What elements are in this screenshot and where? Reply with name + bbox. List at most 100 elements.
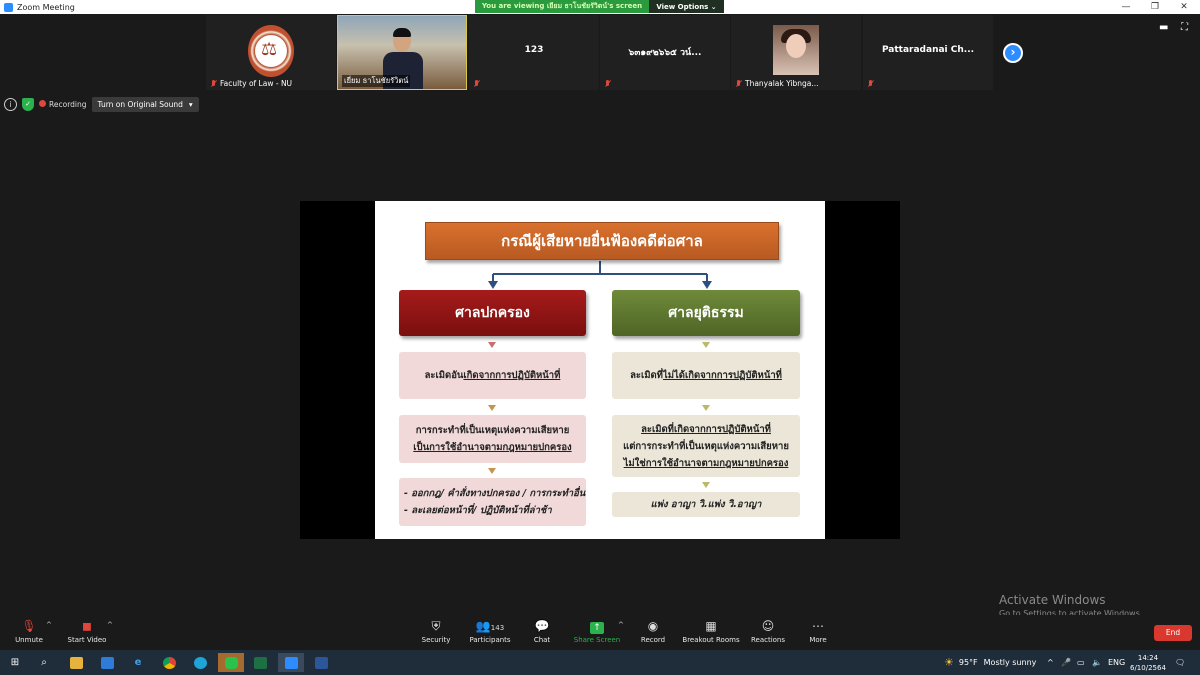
microphone-tray-icon[interactable]: 🎤 xyxy=(1061,650,1071,675)
right-box-1: ละเมิดที่ไม่ได้เกิดจากการปฏิบัติหน้าที่ xyxy=(612,352,800,399)
zoom-app-icon xyxy=(4,2,13,12)
participant-name: ๖๓๑๙๒๖๖๕ วน์... xyxy=(628,48,702,58)
zoom-taskbar-icon[interactable] xyxy=(278,653,304,672)
participant-photo xyxy=(773,25,819,75)
gallery-view-icon[interactable]: ▬ xyxy=(1159,22,1168,33)
chevron-down-icon: ▾ xyxy=(188,99,193,109)
weather-temp: 95°F xyxy=(958,658,978,667)
right-box-1-underlined: ไม่ได้เกิดจากการปฏิบัติหน้าที่ xyxy=(662,370,782,381)
weather-widget[interactable]: ☀ 95°F Mostly sunny xyxy=(944,650,1036,675)
security-shield-icon[interactable]: ✓ xyxy=(22,97,34,111)
participant-name: เยี่ยม ธาโนชัยรัวิตน์ xyxy=(344,76,409,85)
faculty-seal-logo xyxy=(248,25,294,77)
more-button[interactable]: ⋯ More xyxy=(783,619,853,644)
mic-muted-icon xyxy=(735,79,742,88)
clock[interactable]: 14:24 6/10/2564 xyxy=(1130,650,1166,675)
participant-tile-speaker[interactable]: เยี่ยม ธาโนชัยรัวิตน์ xyxy=(337,15,467,90)
participant-tile-thai-id[interactable]: ๖๓๑๙๒๖๖๕ วน์... xyxy=(600,15,730,90)
notification-icon[interactable]: 🗨 xyxy=(1175,650,1185,675)
more-label: More xyxy=(809,636,827,644)
end-meeting-button[interactable]: End xyxy=(1154,625,1192,641)
down-arrow-icon xyxy=(702,342,710,348)
participant-name: Thanyalak Yibnga... xyxy=(745,79,819,88)
right-box-2-line1: ละเมิดที่เกิดจากการปฏิบัติหน้าที่ xyxy=(641,423,771,435)
left-box-1-text: ละเมิดอัน xyxy=(424,370,464,381)
excel-icon[interactable] xyxy=(249,653,271,672)
minimize-icon[interactable]: — xyxy=(1112,0,1140,14)
participant-tile-123[interactable]: 123 xyxy=(469,15,599,90)
right-box-2-line2: แต่การกระทำที่เป็นเหตุแห่งความเสียหาย xyxy=(623,440,789,452)
share-banner-message: You are viewing เยียม ธาโนชัยรัวิตน์'s s… xyxy=(475,0,649,13)
presentation-slide: กรณีผู้เสียหายยื่นฟ้องคดีต่อศาล ศาลปกครอ… xyxy=(375,201,825,539)
meeting-toolbar: 🎙 Unmute ^ ◼ Start Video ^ ⛨ Security 👥1… xyxy=(0,615,1200,650)
left-box-3-line2: - ละเลยต่อหน้าที่/ ปฏิบัติหน้าที่ล่าช้า xyxy=(404,505,552,516)
volume-icon[interactable]: 🔈 xyxy=(1092,650,1102,675)
video-options-chevron-icon[interactable]: ^ xyxy=(107,621,113,629)
close-icon[interactable]: ✕ xyxy=(1170,0,1198,14)
weather-text: Mostly sunny xyxy=(983,658,1037,667)
down-arrow-icon xyxy=(488,342,496,348)
fullscreen-icon[interactable]: ⛶ xyxy=(1181,22,1188,33)
file-explorer-icon[interactable] xyxy=(65,653,87,672)
mic-muted-icon xyxy=(473,80,480,88)
audio-options-chevron-icon[interactable]: ^ xyxy=(46,621,52,629)
mic-muted-icon xyxy=(210,79,217,88)
participant-name: Pattaradanai Ch... xyxy=(881,45,975,55)
maximize-icon[interactable]: ❐ xyxy=(1141,0,1169,14)
windows-taskbar: ⊞ ⌕ e ☀ 95°F Mostly sunny ^ 🎤 ▭ 🔈 ENG 14… xyxy=(0,650,1200,675)
network-icon[interactable]: ▭ xyxy=(1077,650,1085,675)
clock-date: 6/10/2564 xyxy=(1130,663,1166,672)
mic-muted-icon xyxy=(867,80,874,88)
internet-explorer-icon[interactable]: e xyxy=(127,653,149,672)
tray-chevron-icon[interactable]: ^ xyxy=(1047,650,1054,675)
edge-icon[interactable] xyxy=(189,653,211,672)
zoom-meeting-window: Zoom Meeting — ❐ ✕ You are viewing เยียม… xyxy=(0,0,1200,675)
original-sound-label: Turn on Original Sound xyxy=(97,99,183,109)
line-app-icon[interactable] xyxy=(218,653,244,672)
more-icon: ⋯ xyxy=(812,619,824,633)
participant-name: Faculty of Law - NU xyxy=(220,79,293,88)
down-arrow-icon xyxy=(702,482,710,488)
window-title: Zoom Meeting xyxy=(17,2,75,12)
participant-tile-faculty[interactable]: Faculty of Law - NU xyxy=(206,15,336,90)
activate-line1: Activate Windows xyxy=(999,593,1106,607)
view-options-button[interactable]: View Options ⌄ xyxy=(649,0,724,13)
windows-start-icon[interactable]: ⊞ xyxy=(4,653,26,672)
original-sound-button[interactable]: Turn on Original Sound ▾ xyxy=(91,96,199,112)
recording-label: Recording xyxy=(49,99,87,109)
left-box-2-line2: เป็นการใช้อำนาจตามกฎหมายปกครอง xyxy=(413,442,572,453)
down-arrow-icon xyxy=(488,468,496,474)
chrome-icon[interactable] xyxy=(158,653,180,672)
mail-icon[interactable] xyxy=(96,653,118,672)
start-video-label: Start Video xyxy=(67,636,107,644)
left-box-2: การกระทำที่เป็นเหตุแห่งความเสียหาย เป็นก… xyxy=(399,415,586,463)
participant-tile-pattaradanai[interactable]: Pattaradanai Ch... xyxy=(863,15,993,90)
right-box-2-line3: ไม่ใช่การใช้อำนาจตามกฎหมายปกครอง xyxy=(623,457,789,469)
justice-court-box: ศาลยุติธรรม xyxy=(612,290,800,336)
right-box-2: ละเมิดที่เกิดจากการปฏิบัติหน้าที่ แต่การ… xyxy=(612,415,800,477)
next-page-arrow-icon[interactable]: › xyxy=(1003,43,1023,63)
share-banner: You are viewing เยียม ธาโนชัยรัวิตน์'s s… xyxy=(475,0,724,13)
left-box-3-line1: - ออกกฎ/ คำสั่งทางปกครอง / การกระทำอื่น xyxy=(404,488,586,499)
participant-tile-thanyalak[interactable]: Thanyalak Yibnga... xyxy=(731,15,861,90)
shared-screen: กรณีผู้เสียหายยื่นฟ้องคดีต่อศาล ศาลปกครอ… xyxy=(300,201,900,539)
left-box-1: ละเมิดอันเกิดจากการปฏิบัติหน้าที่ xyxy=(399,352,586,399)
left-box-3: - ออกกฎ/ คำสั่งทางปกครอง / การกระทำอื่น … xyxy=(399,478,586,526)
mic-muted-icon xyxy=(604,80,611,88)
down-arrow-icon xyxy=(702,405,710,411)
sun-icon: ☀ xyxy=(944,656,954,669)
meeting-status-row: i ✓ Recording Turn on Original Sound ▾ xyxy=(4,96,199,112)
info-icon[interactable]: i xyxy=(4,97,17,111)
slide-title-box: กรณีผู้เสียหายยื่นฟ้องคดีต่อศาล xyxy=(425,222,779,260)
right-box-1-text: ละเมิดที่ xyxy=(630,370,663,381)
recording-indicator[interactable]: Recording xyxy=(39,99,87,109)
word-icon[interactable] xyxy=(310,653,332,672)
search-icon[interactable]: ⌕ xyxy=(33,653,55,672)
left-box-1-underlined: เกิดจากการปฏิบัติหน้าที่ xyxy=(463,370,561,381)
admin-court-box: ศาลปกครอง xyxy=(399,290,586,336)
down-arrow-icon xyxy=(488,405,496,411)
language-indicator[interactable]: ENG xyxy=(1108,650,1125,675)
recording-dot-icon xyxy=(39,99,46,107)
participant-name: 123 xyxy=(524,45,544,55)
left-box-2-line1: การกระทำที่เป็นเหตุแห่งความเสียหาย xyxy=(415,425,570,436)
